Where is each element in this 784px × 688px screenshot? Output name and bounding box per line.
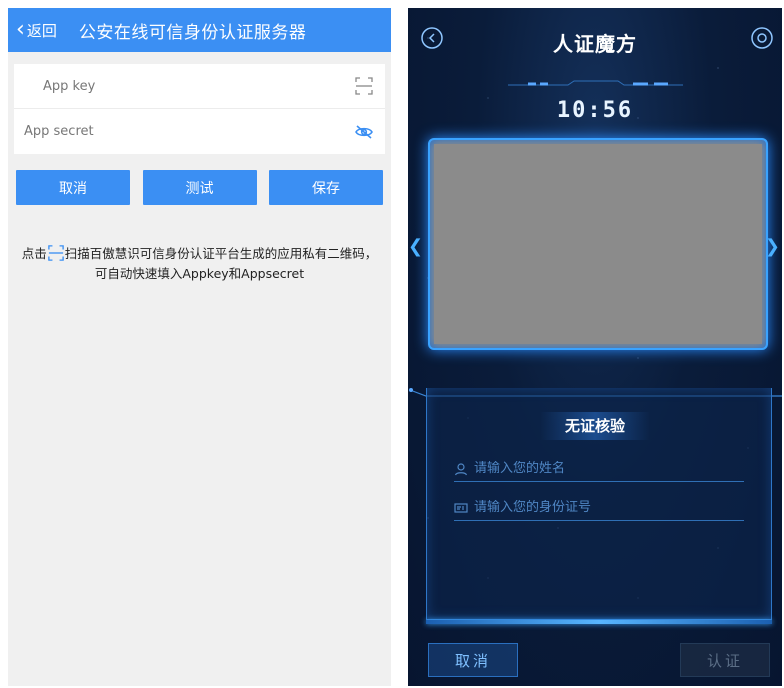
camera-preview: [428, 138, 768, 350]
app-secret-row: [14, 109, 385, 154]
page-title: 公安在线可信身份认证服务器: [78, 22, 307, 43]
chevron-left-icon[interactable]: ❮: [408, 236, 423, 257]
left-screen: ‹ 返回 公安在线可信身份认证服务器 App key 取消 测试 保存 点击 扫…: [8, 8, 391, 686]
hint-prefix: 点击: [21, 246, 47, 261]
decorative-line: [508, 80, 683, 86]
app-key-input[interactable]: [24, 78, 324, 94]
clock: 10:56: [556, 98, 634, 123]
credentials-form: [14, 64, 385, 154]
cancel-button[interactable]: 取消: [16, 170, 130, 205]
app-header: ‹ 返回 公安在线可信身份认证服务器: [8, 8, 391, 52]
eye-hidden-icon[interactable]: [353, 121, 375, 143]
scan-inline-icon[interactable]: [47, 245, 64, 265]
scan-hint: 点击 扫描百傲慧识可信身份认证平台生成的应用私有二维码， 可自动快速填入Appk…: [8, 245, 391, 282]
app-secret-input[interactable]: [24, 124, 324, 139]
user-icon: [454, 462, 468, 475]
name-field: [454, 456, 744, 482]
panel-bottom-glow: [426, 620, 772, 624]
name-input[interactable]: [474, 461, 734, 476]
right-screen: 人证魔方 10:56 ❮ ❯ 无证核验 请输入您的姓名 请输入您的身份证号 取消…: [408, 8, 782, 686]
right-header: 人证魔方: [408, 8, 782, 72]
authenticate-button[interactable]: 认证: [680, 643, 770, 677]
scan-icon[interactable]: [353, 75, 375, 97]
chevron-right-icon[interactable]: ❯: [765, 236, 780, 257]
id-number-input[interactable]: [474, 500, 734, 515]
save-button[interactable]: 保存: [269, 170, 383, 205]
back-button[interactable]: ‹ 返回: [16, 19, 57, 41]
hint-line-2: 可自动快速填入Appkey和Appsecret: [94, 266, 305, 281]
camera-feed: [434, 144, 762, 344]
action-buttons: 取消 测试 保存: [16, 170, 383, 205]
back-label: 返回: [26, 21, 57, 40]
settings-icon[interactable]: [750, 26, 774, 50]
hint-line-1: 点击 扫描百傲慧识可信身份认证平台生成的应用私有二维码，: [8, 245, 391, 265]
app-title: 人证魔方: [553, 32, 637, 56]
chevron-left-icon: ‹: [16, 17, 25, 42]
id-card-icon: [454, 502, 468, 513]
panel-title: 无证核验: [540, 412, 650, 440]
id-number-field: [454, 495, 744, 521]
cancel-button[interactable]: 取消: [428, 643, 518, 677]
app-key-row: [14, 64, 385, 109]
test-button[interactable]: 测试: [142, 170, 257, 205]
hint-text-1: 扫描百傲慧识可信身份认证平台生成的应用私有二维码，: [64, 246, 378, 261]
